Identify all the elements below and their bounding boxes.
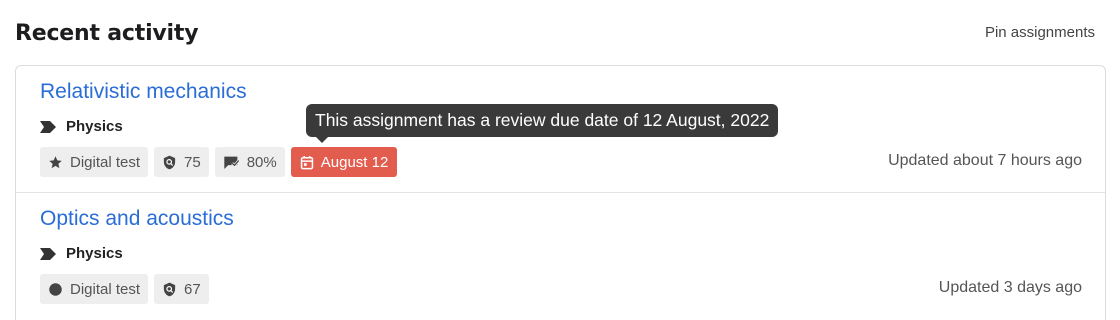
tag-icon: [40, 247, 56, 260]
score-chip: 75: [154, 147, 209, 177]
score-value: 67: [184, 280, 201, 298]
updated-time: Updated about 7 hours ago: [888, 152, 1082, 169]
activity-item: Optics and acoustics Physics Digital tes…: [16, 192, 1105, 318]
assignment-title-link[interactable]: Optics and acoustics: [40, 207, 234, 231]
progress-chip: 80%: [214, 147, 285, 177]
shield-search-icon: [163, 282, 176, 296]
pin-assignments-link[interactable]: Pin assignments: [985, 24, 1095, 41]
updated-time: Updated 3 days ago: [938, 279, 1082, 296]
subject-label: Physics: [66, 117, 123, 135]
score-chip: 67: [154, 274, 209, 304]
assignment-type-label: Digital test: [70, 153, 141, 171]
section-title: Recent activity: [15, 21, 199, 46]
assignment-title-link[interactable]: Relativistic mechanics: [40, 80, 247, 104]
tag-icon: [40, 120, 56, 133]
shield-search-icon: [163, 155, 176, 169]
score-value: 75: [184, 153, 201, 171]
star-icon: [49, 155, 62, 168]
section-header: Recent activity Pin assignments: [15, 18, 1095, 54]
assignment-meta: Digital test 67: [40, 274, 209, 304]
subject-tag: Physics: [40, 243, 123, 263]
due-date-label: August 12: [320, 153, 389, 171]
due-date-badge[interactable]: August 12: [290, 147, 398, 177]
assignment-type-label: Digital test: [70, 280, 141, 298]
assignment-type-chip: Digital test: [40, 274, 149, 304]
tooltip-arrow: [316, 137, 328, 143]
assignment-meta: Digital test 75 80% August 12: [40, 147, 398, 177]
progress-value: 80%: [246, 153, 277, 171]
subject-tag: Physics: [40, 116, 123, 136]
comment-check-icon: [224, 156, 240, 169]
due-date-tooltip: This assignment has a review due date of…: [306, 104, 779, 137]
assignment-type-chip: Digital test: [40, 147, 149, 177]
calendar-icon: [300, 155, 313, 169]
circle-icon: [49, 282, 62, 296]
subject-label: Physics: [66, 244, 123, 262]
